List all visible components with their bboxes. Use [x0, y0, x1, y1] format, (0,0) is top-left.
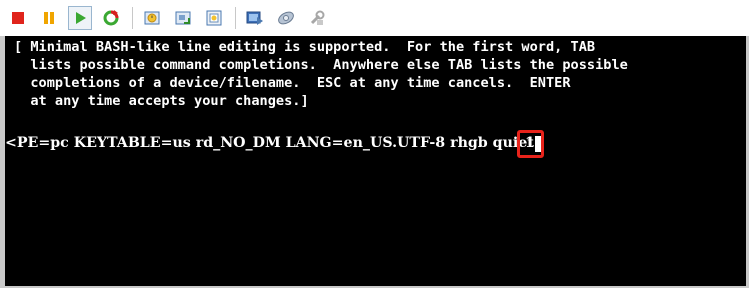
console-view-icon [246, 11, 263, 25]
help-text-line: completions of a device/filename. ESC at… [14, 75, 571, 91]
toolbar-separator [132, 7, 133, 29]
settings-icon [278, 11, 294, 25]
snapshot-manager-button[interactable] [202, 6, 226, 30]
tools-button[interactable] [305, 6, 329, 30]
snapshot-button[interactable] [140, 6, 164, 30]
snapshot-icon [144, 11, 160, 25]
highlight-box [517, 130, 544, 158]
help-text-line: at any time accepts your changes.] [14, 93, 309, 109]
stop-button[interactable] [6, 6, 30, 30]
toolbar-separator [235, 7, 236, 29]
kernel-command-line[interactable]: <PE=pc KEYTABLE=us rd_NO_DM LANG=en_US.U… [5, 134, 539, 152]
tools-icon [310, 10, 325, 25]
play-button[interactable] [68, 6, 92, 30]
console-view-button[interactable] [243, 6, 267, 30]
snapshot-manager-icon [206, 10, 222, 26]
help-text-line: [ Minimal BASH-like line editing is supp… [14, 39, 596, 55]
reset-icon [103, 10, 119, 26]
stop-icon [12, 12, 24, 24]
vm-toolbar [0, 0, 749, 36]
reset-button[interactable] [99, 6, 123, 30]
pause-icon [44, 12, 54, 24]
play-icon [76, 12, 86, 24]
vm-console[interactable]: [ Minimal BASH-like line editing is supp… [0, 36, 749, 288]
help-text-line: lists possible command completions. Anyw… [14, 57, 628, 73]
revert-snapshot-icon [175, 11, 191, 25]
settings-button[interactable] [274, 6, 298, 30]
pause-button[interactable] [37, 6, 61, 30]
revert-snapshot-button[interactable] [171, 6, 195, 30]
